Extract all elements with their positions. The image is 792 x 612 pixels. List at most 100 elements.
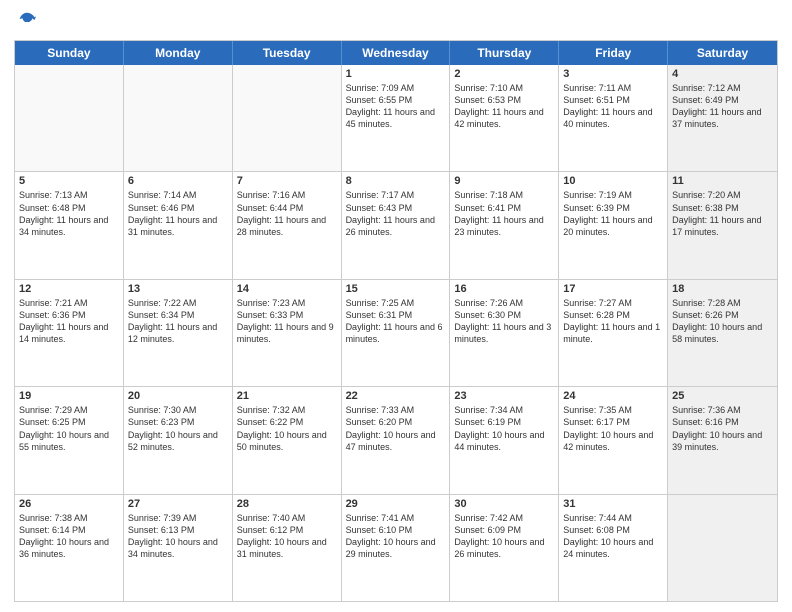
day-cell: 20Sunrise: 7:30 AM Sunset: 6:23 PM Dayli…	[124, 387, 233, 493]
day-number: 3	[563, 68, 663, 80]
day-header-tuesday: Tuesday	[233, 41, 342, 65]
day-number: 10	[563, 175, 663, 187]
day-info: Sunrise: 7:18 AM Sunset: 6:41 PM Dayligh…	[454, 189, 554, 238]
day-number: 16	[454, 283, 554, 295]
day-number: 19	[19, 390, 119, 402]
day-cell: 12 Sunrise: 7:21 AM Sunset: 6:36 PM Dayli…	[15, 280, 124, 386]
day-cell: 22 Sunrise: 7:33 AM Sunset: 6:20 PM Dayli…	[342, 387, 451, 493]
day-cell: 26Sunrise: 7:38 AM Sunset: 6:14 PM Dayli…	[15, 495, 124, 601]
day-number: 25	[672, 390, 773, 402]
week-row-3: 12 Sunrise: 7:21 AM Sunset: 6:36 PM Dayli…	[15, 279, 777, 386]
day-cell: 24 Sunrise: 7:35 AM Sunset: 6:17 PM Dayli…	[559, 387, 668, 493]
day-number: 6	[128, 175, 228, 187]
logo	[14, 10, 38, 32]
day-cell	[233, 65, 342, 171]
week-row-5: 26Sunrise: 7:38 AM Sunset: 6:14 PM Dayli…	[15, 494, 777, 601]
day-info: Sunrise: 7:25 AM Sunset: 6:31 PM Dayligh…	[346, 297, 446, 346]
day-cell: 30 Sunrise: 7:42 AM Sunset: 6:09 PM Dayli…	[450, 495, 559, 601]
day-info: Sunrise: 7:39 AM Sunset: 6:13 PM Dayligh…	[128, 512, 228, 561]
day-info: Sunrise: 7:33 AM Sunset: 6:20 PM Dayligh…	[346, 404, 446, 453]
day-info: Sunrise: 7:41 AM Sunset: 6:10 PM Dayligh…	[346, 512, 446, 561]
day-number: 2	[454, 68, 554, 80]
day-header-saturday: Saturday	[668, 41, 777, 65]
day-headers: SundayMondayTuesdayWednesdayThursdayFrid…	[15, 41, 777, 65]
page: SundayMondayTuesdayWednesdayThursdayFrid…	[0, 0, 792, 612]
day-info: Sunrise: 7:11 AM Sunset: 6:51 PM Dayligh…	[563, 82, 663, 131]
day-number: 7	[237, 175, 337, 187]
day-number: 23	[454, 390, 554, 402]
day-number: 8	[346, 175, 446, 187]
day-cell: 9 Sunrise: 7:18 AM Sunset: 6:41 PM Daylig…	[450, 172, 559, 278]
day-cell: 25 Sunrise: 7:36 AM Sunset: 6:16 PM Dayli…	[668, 387, 777, 493]
day-number: 11	[672, 175, 773, 187]
day-info: Sunrise: 7:36 AM Sunset: 6:16 PM Dayligh…	[672, 404, 773, 453]
day-number: 13	[128, 283, 228, 295]
day-info: Sunrise: 7:32 AM Sunset: 6:22 PM Dayligh…	[237, 404, 337, 453]
day-info: Sunrise: 7:13 AM Sunset: 6:48 PM Dayligh…	[19, 189, 119, 238]
day-cell: 5 Sunrise: 7:13 AM Sunset: 6:48 PM Daylig…	[15, 172, 124, 278]
day-number: 24	[563, 390, 663, 402]
day-number: 26	[19, 498, 119, 510]
day-cell: 27 Sunrise: 7:39 AM Sunset: 6:13 PM Dayli…	[124, 495, 233, 601]
day-number: 17	[563, 283, 663, 295]
day-number: 12	[19, 283, 119, 295]
day-number: 22	[346, 390, 446, 402]
week-row-1: 1 Sunrise: 7:09 AM Sunset: 6:55 PM Daylig…	[15, 65, 777, 171]
day-info: Sunrise: 7:21 AM Sunset: 6:36 PM Dayligh…	[19, 297, 119, 346]
week-row-2: 5 Sunrise: 7:13 AM Sunset: 6:48 PM Daylig…	[15, 171, 777, 278]
day-info: Sunrise: 7:16 AM Sunset: 6:44 PM Dayligh…	[237, 189, 337, 238]
day-info: Sunrise: 7:09 AM Sunset: 6:55 PM Dayligh…	[346, 82, 446, 131]
day-cell: 29 Sunrise: 7:41 AM Sunset: 6:10 PM Dayli…	[342, 495, 451, 601]
day-number: 5	[19, 175, 119, 187]
day-cell: 8 Sunrise: 7:17 AM Sunset: 6:43 PM Daylig…	[342, 172, 451, 278]
day-cell: 18 Sunrise: 7:28 AM Sunset: 6:26 PM Dayli…	[668, 280, 777, 386]
day-info: Sunrise: 7:35 AM Sunset: 6:17 PM Dayligh…	[563, 404, 663, 453]
day-cell: 23 Sunrise: 7:34 AM Sunset: 6:19 PM Dayli…	[450, 387, 559, 493]
day-number: 9	[454, 175, 554, 187]
day-cell: 2 Sunrise: 7:10 AM Sunset: 6:53 PM Daylig…	[450, 65, 559, 171]
day-number: 28	[237, 498, 337, 510]
day-cell: 28 Sunrise: 7:40 AM Sunset: 6:12 PM Dayli…	[233, 495, 342, 601]
day-header-monday: Monday	[124, 41, 233, 65]
day-info: Sunrise: 7:19 AM Sunset: 6:39 PM Dayligh…	[563, 189, 663, 238]
day-info: Sunrise: 7:40 AM Sunset: 6:12 PM Dayligh…	[237, 512, 337, 561]
day-info: Sunrise: 7:17 AM Sunset: 6:43 PM Dayligh…	[346, 189, 446, 238]
day-cell: 13Sunrise: 7:22 AM Sunset: 6:34 PM Dayli…	[124, 280, 233, 386]
day-cell	[15, 65, 124, 171]
day-number: 29	[346, 498, 446, 510]
day-cell	[124, 65, 233, 171]
day-cell: 11 Sunrise: 7:20 AM Sunset: 6:38 PM Dayli…	[668, 172, 777, 278]
day-header-friday: Friday	[559, 41, 668, 65]
day-info: Sunrise: 7:34 AM Sunset: 6:19 PM Dayligh…	[454, 404, 554, 453]
day-info: Sunrise: 7:10 AM Sunset: 6:53 PM Dayligh…	[454, 82, 554, 131]
day-number: 20	[128, 390, 228, 402]
day-cell	[668, 495, 777, 601]
day-cell: 3 Sunrise: 7:11 AM Sunset: 6:51 PM Daylig…	[559, 65, 668, 171]
day-number: 21	[237, 390, 337, 402]
day-number: 4	[672, 68, 773, 80]
day-info: Sunrise: 7:42 AM Sunset: 6:09 PM Dayligh…	[454, 512, 554, 561]
day-number: 30	[454, 498, 554, 510]
day-info: Sunrise: 7:20 AM Sunset: 6:38 PM Dayligh…	[672, 189, 773, 238]
day-number: 27	[128, 498, 228, 510]
day-number: 14	[237, 283, 337, 295]
day-number: 15	[346, 283, 446, 295]
day-info: Sunrise: 7:28 AM Sunset: 6:26 PM Dayligh…	[672, 297, 773, 346]
day-info: Sunrise: 7:14 AM Sunset: 6:46 PM Dayligh…	[128, 189, 228, 238]
day-info: Sunrise: 7:27 AM Sunset: 6:28 PM Dayligh…	[563, 297, 663, 346]
weeks: 1 Sunrise: 7:09 AM Sunset: 6:55 PM Daylig…	[15, 65, 777, 601]
day-info: Sunrise: 7:44 AM Sunset: 6:08 PM Dayligh…	[563, 512, 663, 561]
day-number: 18	[672, 283, 773, 295]
day-cell: 14Sunrise: 7:23 AM Sunset: 6:33 PM Dayli…	[233, 280, 342, 386]
day-header-wednesday: Wednesday	[342, 41, 451, 65]
day-cell: 7 Sunrise: 7:16 AM Sunset: 6:44 PM Daylig…	[233, 172, 342, 278]
day-cell: 16 Sunrise: 7:26 AM Sunset: 6:30 PM Dayli…	[450, 280, 559, 386]
day-header-sunday: Sunday	[15, 41, 124, 65]
day-info: Sunrise: 7:12 AM Sunset: 6:49 PM Dayligh…	[672, 82, 773, 131]
day-number: 1	[346, 68, 446, 80]
day-info: Sunrise: 7:26 AM Sunset: 6:30 PM Dayligh…	[454, 297, 554, 346]
day-cell: 4 Sunrise: 7:12 AM Sunset: 6:49 PM Daylig…	[668, 65, 777, 171]
day-info: Sunrise: 7:29 AM Sunset: 6:25 PM Dayligh…	[19, 404, 119, 453]
day-cell: 19 Sunrise: 7:29 AM Sunset: 6:25 PM Dayli…	[15, 387, 124, 493]
header	[14, 10, 778, 32]
